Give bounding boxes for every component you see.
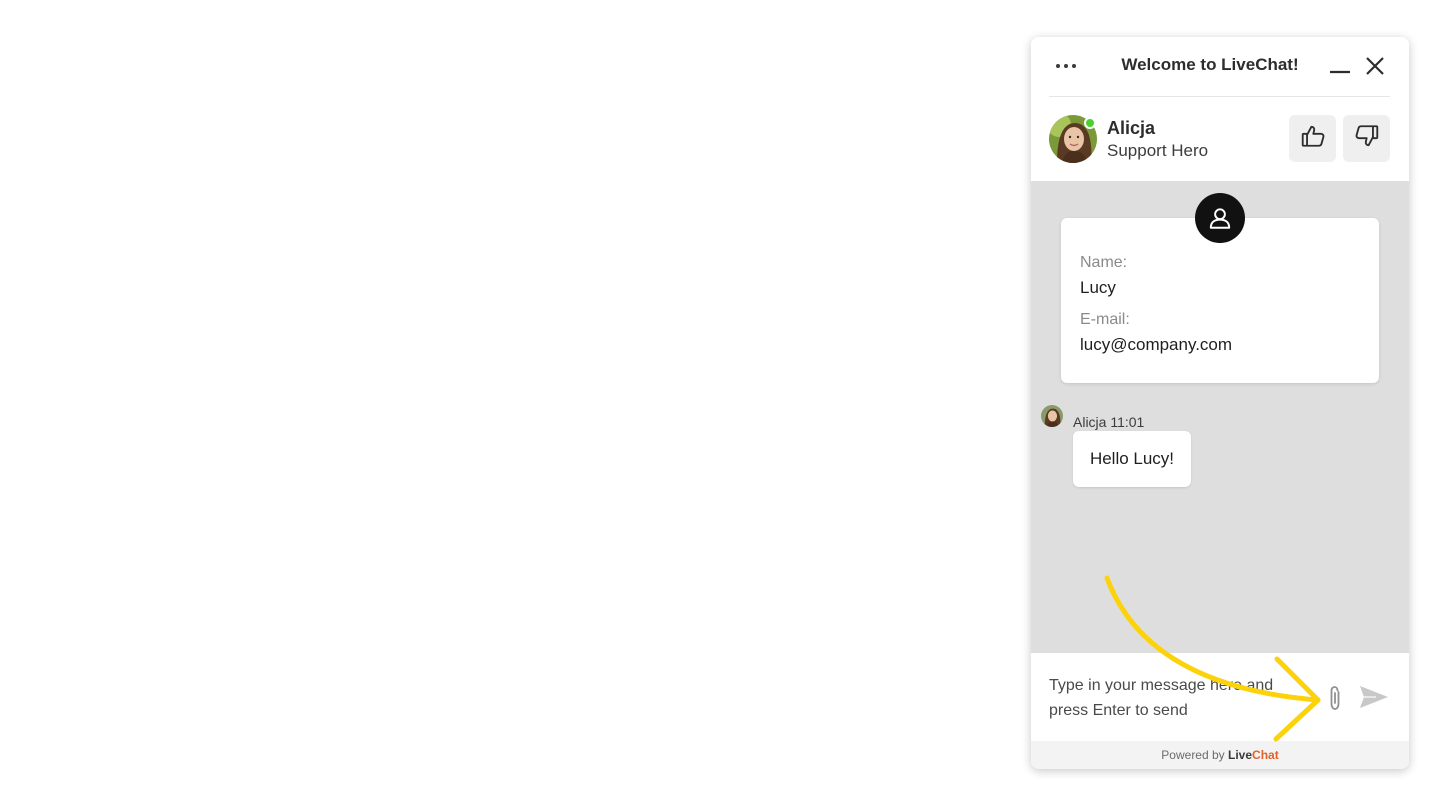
message-avatar: [1041, 405, 1063, 427]
thumbs-down-icon: [1354, 123, 1380, 154]
email-label: E-mail:: [1080, 311, 1130, 328]
agent-bar: Alicja Support Hero: [1031, 97, 1409, 181]
user-icon: [1195, 193, 1245, 243]
email-value: lucy@company.com: [1080, 335, 1233, 354]
powered-by-footer: Powered by LiveChat: [1031, 741, 1409, 769]
footer-brand-part2: Chat: [1252, 748, 1279, 762]
thumbs-up-icon: [1300, 123, 1326, 154]
message-input[interactable]: Type in your message here and press Ente…: [1049, 673, 1305, 725]
minimize-icon[interactable]: [1327, 55, 1353, 81]
close-icon[interactable]: [1362, 53, 1388, 79]
rate-bad-button[interactable]: [1343, 115, 1390, 162]
message-composer: Type in your message here and press Ente…: [1031, 653, 1409, 741]
paperclip-icon[interactable]: [1323, 683, 1347, 713]
name-value: Lucy: [1080, 278, 1116, 297]
more-dots-icon[interactable]: [1051, 55, 1081, 77]
send-icon[interactable]: [1358, 682, 1390, 712]
livechat-widget: Welcome to LiveChat! Alicja Support Hero: [1031, 37, 1409, 769]
agent-name: Alicja: [1107, 118, 1156, 138]
message-placeholder-line2: press Enter to send: [1049, 702, 1188, 719]
online-status-indicator: [1084, 117, 1096, 129]
agent-role: Support Hero: [1107, 141, 1209, 160]
livechat-brand-link[interactable]: LiveChat: [1228, 748, 1279, 762]
message-placeholder-line1: Type in your message here and: [1049, 677, 1274, 694]
footer-prefix: Powered by: [1161, 748, 1225, 762]
message-bubble: Hello Lucy!: [1073, 431, 1191, 487]
chat-area[interactable]: Name: Lucy E-mail: lucy@company.com Alic…: [1031, 181, 1409, 653]
widget-title: Welcome to LiveChat!: [1121, 55, 1299, 74]
rate-good-button[interactable]: [1289, 115, 1336, 162]
widget-header: Welcome to LiveChat!: [1031, 37, 1409, 95]
message-meta: Alicja 11:01: [1073, 414, 1145, 430]
footer-brand-part1: Live: [1228, 748, 1253, 762]
name-label: Name:: [1080, 254, 1128, 271]
